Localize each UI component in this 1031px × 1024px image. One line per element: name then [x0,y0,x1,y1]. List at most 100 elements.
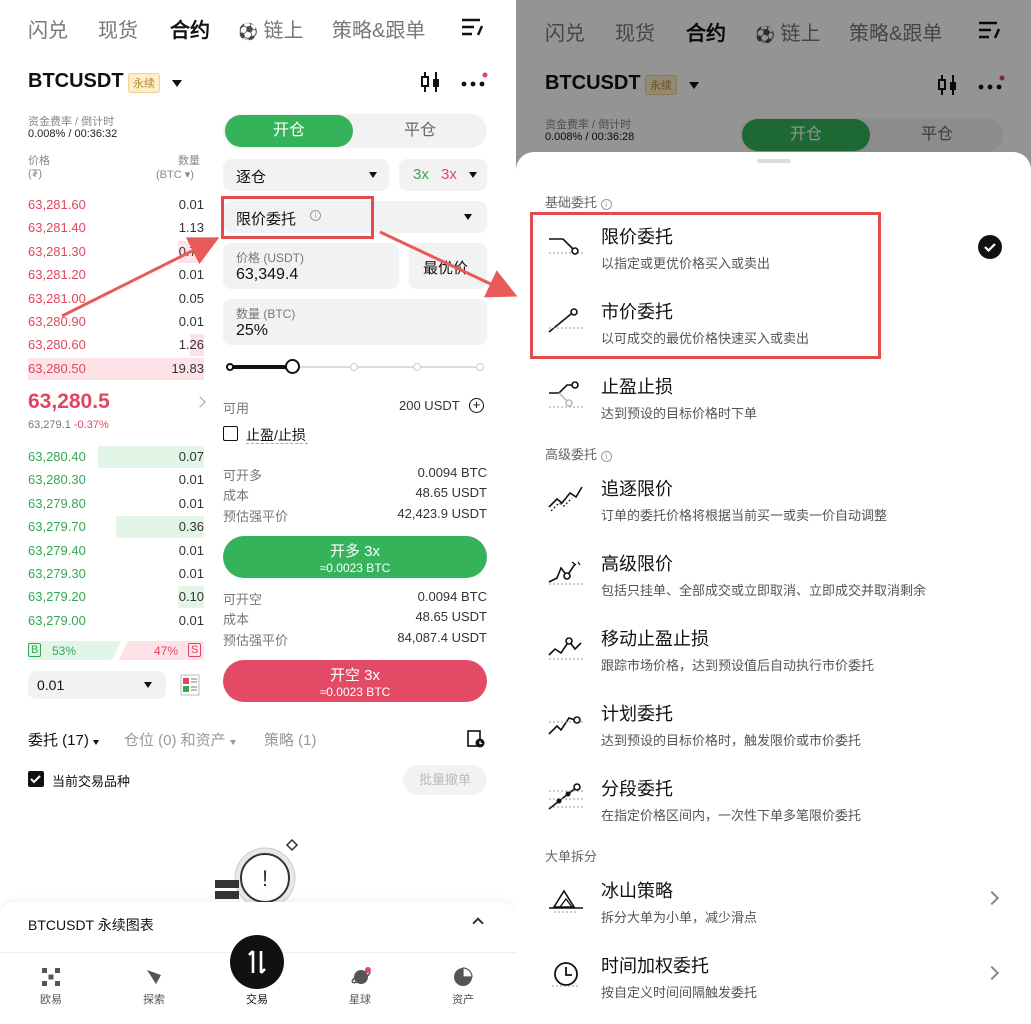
option-twap[interactable]: 时间加权委托 按自定义时间间隔触发委托 [516,942,1031,1012]
option-chase-limit[interactable]: 追逐限价 订单的委托价格将根据当前买一或卖一价自动调整 [516,465,1031,535]
option-limit[interactable]: 限价委托 以指定或更优价格买入或卖出 [516,213,1031,283]
row-price: 63,280.40 [28,449,86,464]
soccer-ball-icon: ⚽ [238,24,258,41]
nav-futures[interactable]: 合约 [170,14,210,43]
info-icon[interactable]: i [310,210,321,221]
slider-handle[interactable] [285,359,300,374]
quantity-input[interactable]: 数量 (BTC) 25% [223,299,487,345]
option-split-order[interactable]: 分段委托 在指定价格区间内，一次性下单多笔限价委托 [516,765,1031,835]
buy-sell-ratio: B 53% 47% S [28,641,204,660]
buy-label: B [28,643,42,657]
ask-row[interactable]: 63,281.20 0.01 [28,264,204,286]
trigger-order-icon [546,704,586,740]
nav-convert[interactable]: 闪兑 [28,14,68,43]
tab-strategy[interactable]: 策略 (1) [264,729,317,750]
row-price: 63,281.40 [28,220,86,236]
row-price: 63,280.30 [28,472,86,488]
bottom-nav-assets[interactable]: 资产 [433,967,493,1007]
candlestick-icon[interactable] [420,70,442,99]
nav-onchain[interactable]: ⚽ 链上 [238,14,303,43]
order-history-icon[interactable] [466,729,486,754]
bid-row[interactable]: 63,279.20 0.10 [28,586,204,609]
batch-cancel-button[interactable]: 批量撤单 [403,765,487,795]
current-only-checkbox[interactable] [28,771,44,787]
bid-row[interactable]: 63,279.40 0.01 [28,540,204,562]
sell-label: S [188,643,202,657]
row-price: 63,280.50 [28,360,86,376]
chevron-up-icon[interactable] [472,917,484,929]
ask-row[interactable]: 63,281.00 0.05 [28,288,204,310]
bid-row[interactable]: 63,279.00 0.01 [28,610,204,632]
leverage-select[interactable]: 3x 3x [399,159,487,191]
row-qty: 0.01 [178,314,204,329]
section-basic: 基础委托 i [545,192,612,211]
market-order-icon [546,302,586,338]
open-long-button[interactable]: 开多 3x ≈0.0023 BTC [223,536,487,578]
bid-row[interactable]: 63,280.40 0.07 [28,446,204,468]
row-qty: 0.78 [178,243,204,259]
nav-spot[interactable]: 现货 [98,14,138,43]
tab-close[interactable]: 平仓 [355,115,485,147]
info-icon[interactable]: i [600,451,612,462]
symbol-selector[interactable]: BTCUSDT 永续 [28,70,183,93]
option-tpsl[interactable]: 止盈止损 达到预设的目标价格时下单 [516,363,1031,433]
trade-screen: 闪兑 现货 合约 ⚽ 链上 策略&跟单 BTCUSDT 永续 资金费率 / 倒计… [0,0,516,1024]
bid-row[interactable]: 63,279.30 0.01 [28,563,204,585]
margin-mode-select[interactable]: 逐仓 [223,159,389,191]
bid-row[interactable]: 63,279.80 0.01 [28,493,204,515]
chevron-right-icon[interactable] [194,396,206,408]
row-qty: 0.36 [178,519,204,535]
advanced-limit-icon [546,554,586,590]
quantity-slider[interactable] [226,358,484,376]
bottom-nav-discover[interactable]: 探索 [124,967,184,1007]
best-price-button[interactable]: 最优价 [409,243,487,289]
row-price: 63,279.30 [28,566,86,581]
option-advanced-limit[interactable]: 高级限价 包括只挂单、全部成交或立即取消、立即成交并取消剩余 [516,540,1031,610]
ask-row[interactable]: 63,280.90 0.01 [28,311,204,333]
option-market[interactable]: 市价委托 以可成交的最优价格快速买入或卖出 [516,288,1031,358]
tick-size-select[interactable]: 0.01 [28,671,166,699]
nav-strategy[interactable]: 策略&跟单 [332,14,425,43]
bid-row[interactable]: 63,280.30 0.01 [28,469,204,491]
row-qty: 0.01 [178,472,204,488]
tab-positions[interactable]: 仓位 (0) 和资产 [124,729,236,750]
tpsl-checkbox[interactable] [223,426,238,441]
caret-down-icon [369,172,377,178]
sheet-handle[interactable] [757,159,791,163]
current-only-label: 当前交易品种 [52,774,131,789]
option-trigger-order[interactable]: 计划委托 达到预设的目标价格时，触发限价或市价委托 [516,690,1031,760]
bid-row[interactable]: 63,279.70 0.36 [28,516,204,539]
perp-badge: 永续 [128,72,160,93]
orderbook-layout-icon[interactable] [180,674,200,696]
ask-row[interactable]: 63,281.60 0.01 [28,194,204,216]
ask-row[interactable]: 63,280.60 1.26 [28,334,204,357]
long-cost-row: 成本 48.65 USDT [223,485,487,503]
add-funds-icon[interactable]: + [469,398,484,413]
ob-qty-unit[interactable]: (BTC ▾) [156,168,194,181]
order-type-select[interactable]: 限价委托 i [223,201,487,233]
short-liq-row: 预估强平价 84,087.4 USDT [223,630,487,648]
row-price: 63,281.20 [28,267,86,283]
price-change: -0.37% [73,419,109,431]
trade-swap-icon [230,935,284,989]
info-icon[interactable]: i [600,199,612,210]
menu-icon[interactable] [460,16,484,44]
bottom-nav-planet[interactable]: 星球 [330,967,390,1007]
bottom-nav-home[interactable]: 欧易 [21,967,81,1007]
row-qty: 0.07 [178,449,204,464]
more-icon[interactable] [460,72,488,97]
long-liq-row: 预估强平价 42,423.9 USDT [223,506,487,524]
ask-row[interactable]: 63,280.50 19.83 [28,357,204,380]
caret-down-icon [464,214,472,220]
order-type-sheet-screen: 闪兑 现货 合约 ⚽ 链上 策略&跟单 BTCUSDT 永续 资金费率 / 倒计… [516,0,1031,1024]
ask-row[interactable]: 63,281.30 0.78 [28,240,204,263]
option-iceberg[interactable]: 冰山策略 拆分大单为小单，减少滑点 [516,867,1031,937]
option-trailing-stop[interactable]: 移动止盈止损 跟踪市场价格，达到预设值后自动执行市价委托 [516,615,1031,685]
tab-open[interactable]: 开仓 [225,115,353,147]
tab-orders[interactable]: 委托 (17) [28,729,100,750]
row-qty: 1.13 [178,220,204,236]
ask-row[interactable]: 63,281.40 1.13 [28,217,204,239]
open-short-button[interactable]: 开空 3x ≈0.0023 BTC [223,660,487,702]
price-input[interactable]: 价格 (USDT) 63,349.4 [223,243,399,289]
bottom-nav-trade[interactable]: 交易 [227,935,287,1007]
